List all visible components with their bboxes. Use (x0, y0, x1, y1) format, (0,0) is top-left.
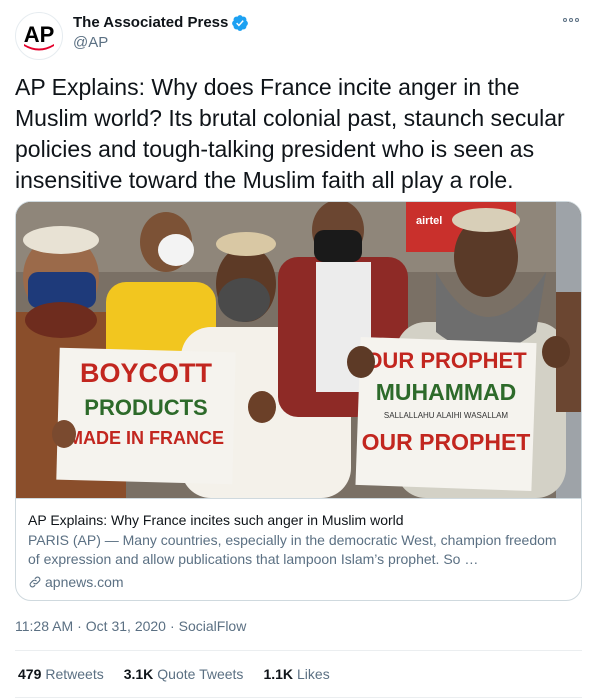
svg-text:OUR PROPHET: OUR PROPHET (362, 429, 531, 455)
likes-count: 1.1K (263, 666, 294, 682)
divider (15, 650, 582, 651)
card-meta: AP Explains: Why France incites such ang… (16, 498, 581, 600)
quote-tweets-label: Quote Tweets (157, 666, 244, 682)
link-icon (29, 576, 41, 588)
protest-sign-right: OUR PROPHET MUHAMMAD SALLALLAHU ALAIHI W… (355, 336, 537, 492)
quote-tweets-count: 3.1K (123, 666, 154, 682)
tweet-header: AP The Associated Press @AP (15, 10, 582, 60)
quote-tweets-stat[interactable]: 3.1K Quote Tweets (124, 664, 244, 684)
card-domain-text: apnews.com (45, 574, 124, 590)
card-domain: apnews.com (28, 572, 571, 592)
separator-dot: · (77, 618, 82, 634)
tweet-stats: 479 Retweets 3.1K Quote Tweets 1.1K Like… (18, 664, 330, 684)
protest-photo: airtel BOYCOTT PRODUCTS MADE IN FRANCE O… (16, 202, 581, 498)
protest-sign-left: BOYCOTT PRODUCTS MADE IN FRANCE (56, 347, 236, 485)
svg-text:MUHAMMAD: MUHAMMAD (376, 379, 517, 405)
retweets-stat[interactable]: 479 Retweets (18, 664, 104, 684)
retweets-label: Retweets (45, 666, 104, 682)
svg-text:PRODUCTS: PRODUCTS (84, 395, 207, 420)
likes-label: Likes (297, 666, 330, 682)
card-description: PARIS (AP) — Many countries, especially … (28, 532, 557, 567)
verified-badge-icon (232, 15, 249, 31)
display-name-link[interactable]: The Associated Press (73, 13, 249, 33)
card-photo[interactable]: airtel BOYCOTT PRODUCTS MADE IN FRANCE O… (16, 202, 581, 498)
svg-text:MADE IN FRANCE: MADE IN FRANCE (68, 428, 224, 448)
tweet-source[interactable]: SocialFlow (179, 618, 247, 634)
link-card[interactable]: airtel BOYCOTT PRODUCTS MADE IN FRANCE O… (15, 201, 582, 601)
svg-text:BOYCOTT: BOYCOTT (80, 358, 213, 388)
account-info: The Associated Press @AP (73, 13, 249, 53)
svg-text:AP: AP (24, 22, 55, 47)
account-handle[interactable]: @AP (73, 33, 249, 53)
svg-text:SALLALLAHU ALAIHI WASALLAM: SALLALLAHU ALAIHI WASALLAM (384, 411, 509, 420)
likes-stat[interactable]: 1.1K Likes (263, 664, 329, 684)
tweet-time[interactable]: 11:28 AM (15, 618, 73, 634)
avatar[interactable]: AP (15, 12, 63, 60)
ap-logo: AP (24, 22, 55, 51)
card-title: AP Explains: Why France incites such ang… (28, 512, 404, 528)
tweet-timestamp: 11:28 AM · Oct 31, 2020 · SocialFlow (15, 616, 246, 636)
more-options-icon[interactable] (560, 12, 582, 28)
tweet-date[interactable]: Oct 31, 2020 (86, 618, 166, 634)
display-name[interactable]: The Associated Press (73, 13, 228, 33)
svg-text:OUR PROPHET: OUR PROPHET (365, 348, 527, 373)
tweet-text: AP Explains: Why does France incite ange… (15, 74, 565, 193)
retweets-count: 479 (18, 666, 42, 682)
svg-text:airtel: airtel (416, 215, 442, 227)
separator-dot: · (169, 618, 175, 634)
